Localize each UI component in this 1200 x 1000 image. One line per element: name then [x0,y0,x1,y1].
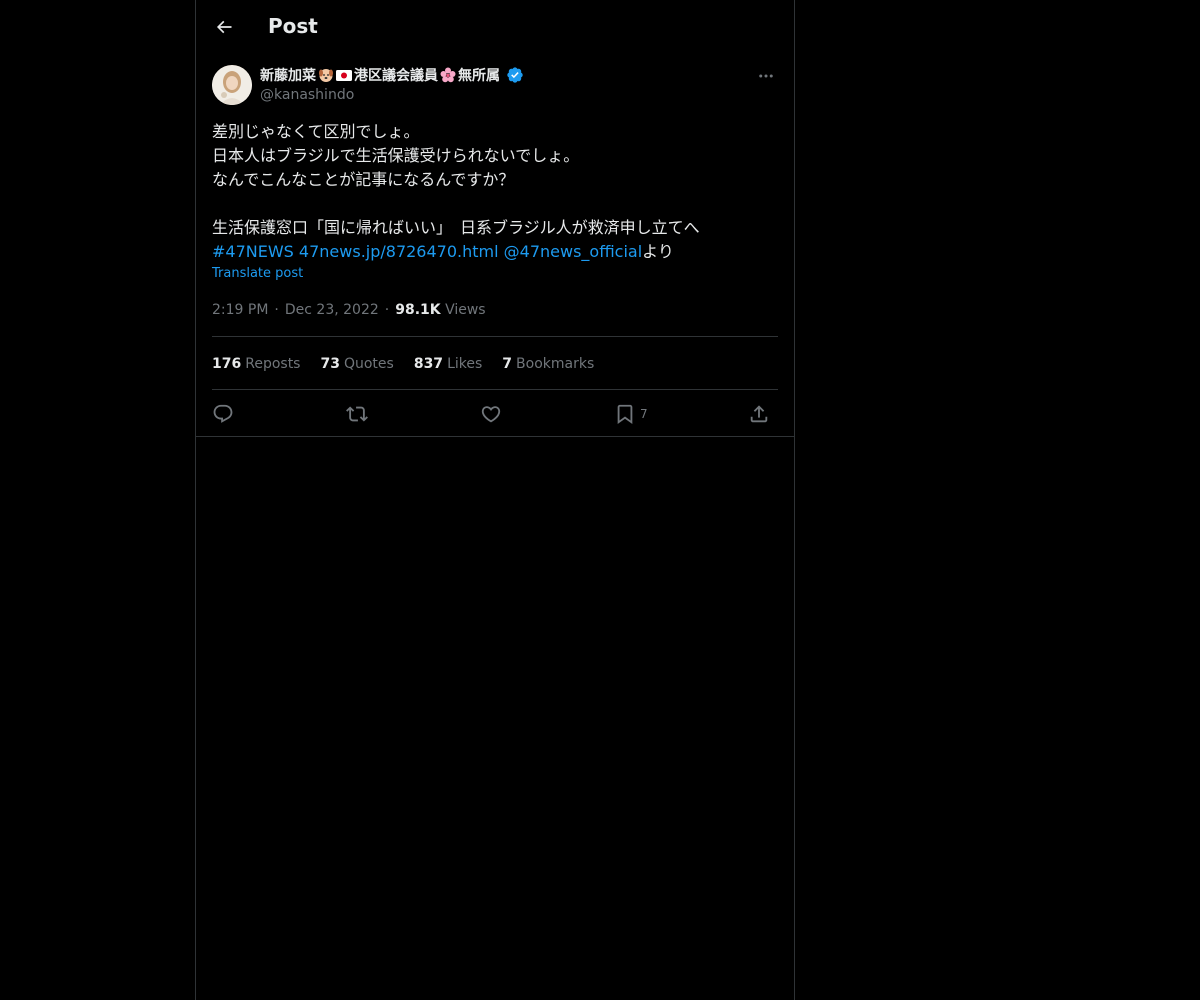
bookmarks-count: 7 [502,356,513,372]
japan-flag-icon [336,70,352,81]
likes-label: Likes [447,356,483,372]
bookmarks-stat[interactable]: 7 Bookmarks [502,356,594,372]
meta-separator: · [274,302,279,318]
engagement-stats: 176 Reposts 73 Quotes 837 Likes 7 Bookmarks [212,352,594,376]
display-name-part1: 新藤加菜 [260,68,316,84]
avatar[interactable] [212,65,252,105]
post-line: 日本人はブラジルで生活保護受けられないでしょ。 [212,146,580,165]
page-title: Post [268,14,318,38]
bookmark-count: 7 [640,407,648,421]
likes-stat[interactable]: 837 Likes [414,356,482,372]
views-count: 98.1K [395,302,441,318]
back-button[interactable] [208,11,240,43]
quotes-label: Quotes [343,356,394,372]
post-links-line: #47NEWS 47news.jp/8726470.html @47news_o… [212,240,778,264]
like-button[interactable] [480,398,502,430]
user-handle[interactable]: @kanashindo [260,87,354,103]
display-name-part2: 港区議会議員 [354,68,438,84]
reply-icon [213,404,233,423]
bookmarks-label: Bookmarks [516,356,595,372]
more-icon [759,74,773,78]
post-bottom-border [196,436,794,437]
cherry-blossom-icon [440,67,456,83]
post-text: 差別じゃなくて区別でしょ。 日本人はブラジルで生活保護受けられないでしょ。 なん… [212,120,778,264]
repost-button[interactable] [346,398,368,430]
display-name-part3: 無所属 [458,68,500,84]
bookmark-icon [617,404,633,425]
hashtag-link[interactable]: #47NEWS [212,242,294,261]
post-suffix: より [642,242,674,261]
views-label: Views [445,302,486,318]
post-time[interactable]: 2:19 PM [212,302,268,318]
share-icon [750,405,768,423]
more-options-button[interactable] [754,64,778,88]
share-button[interactable] [748,398,770,430]
translate-post-link[interactable]: Translate post [212,266,303,281]
dog-emoji-icon [319,69,333,82]
post-meta: 2:19 PM · Dec 23, 2022 · 98.1K Views [212,300,486,320]
quotes-count: 73 [320,356,340,372]
bookmark-button[interactable]: 7 [614,398,648,430]
divider [212,389,778,390]
url-link[interactable]: 47news.jp/8726470.html [299,242,499,261]
post-line-blank [212,192,778,216]
post-line: 差別じゃなくて区別でしょ。 [212,122,420,141]
meta-separator: · [384,302,390,318]
post-column: Post 新藤加菜 港区議会議員 無所属 @kanashindo 差別じゃなくて… [195,0,795,1000]
post-line: なんでこんなことが記事になるんですか？ [212,170,515,189]
post-line: 生活保護窓口「国に帰ればいい」 日系ブラジル人が救済申し立てへ [212,218,700,237]
mention-link[interactable]: @47news_official [504,242,643,261]
reposts-stat[interactable]: 176 Reposts [212,356,300,372]
display-name[interactable]: 新藤加菜 港区議会議員 無所属 [260,65,524,85]
reply-button[interactable] [212,398,234,430]
verified-badge-icon[interactable] [506,66,524,84]
divider [212,336,778,337]
repost-icon [346,406,368,422]
author-block: 新藤加菜 港区議会議員 無所属 @kanashindo [212,64,778,108]
avatar-image [212,65,252,105]
post-date[interactable]: Dec 23, 2022 [285,302,379,318]
heart-icon [481,406,501,423]
action-bar: 7 [212,398,778,430]
quotes-stat[interactable]: 73 Quotes [320,356,393,372]
likes-count: 837 [413,356,444,372]
reposts-count: 176 [212,356,242,372]
back-arrow-icon [216,20,232,34]
reposts-label: Reposts [245,356,301,372]
header: Post [196,0,794,54]
views[interactable]: 98.1K Views [395,302,485,318]
